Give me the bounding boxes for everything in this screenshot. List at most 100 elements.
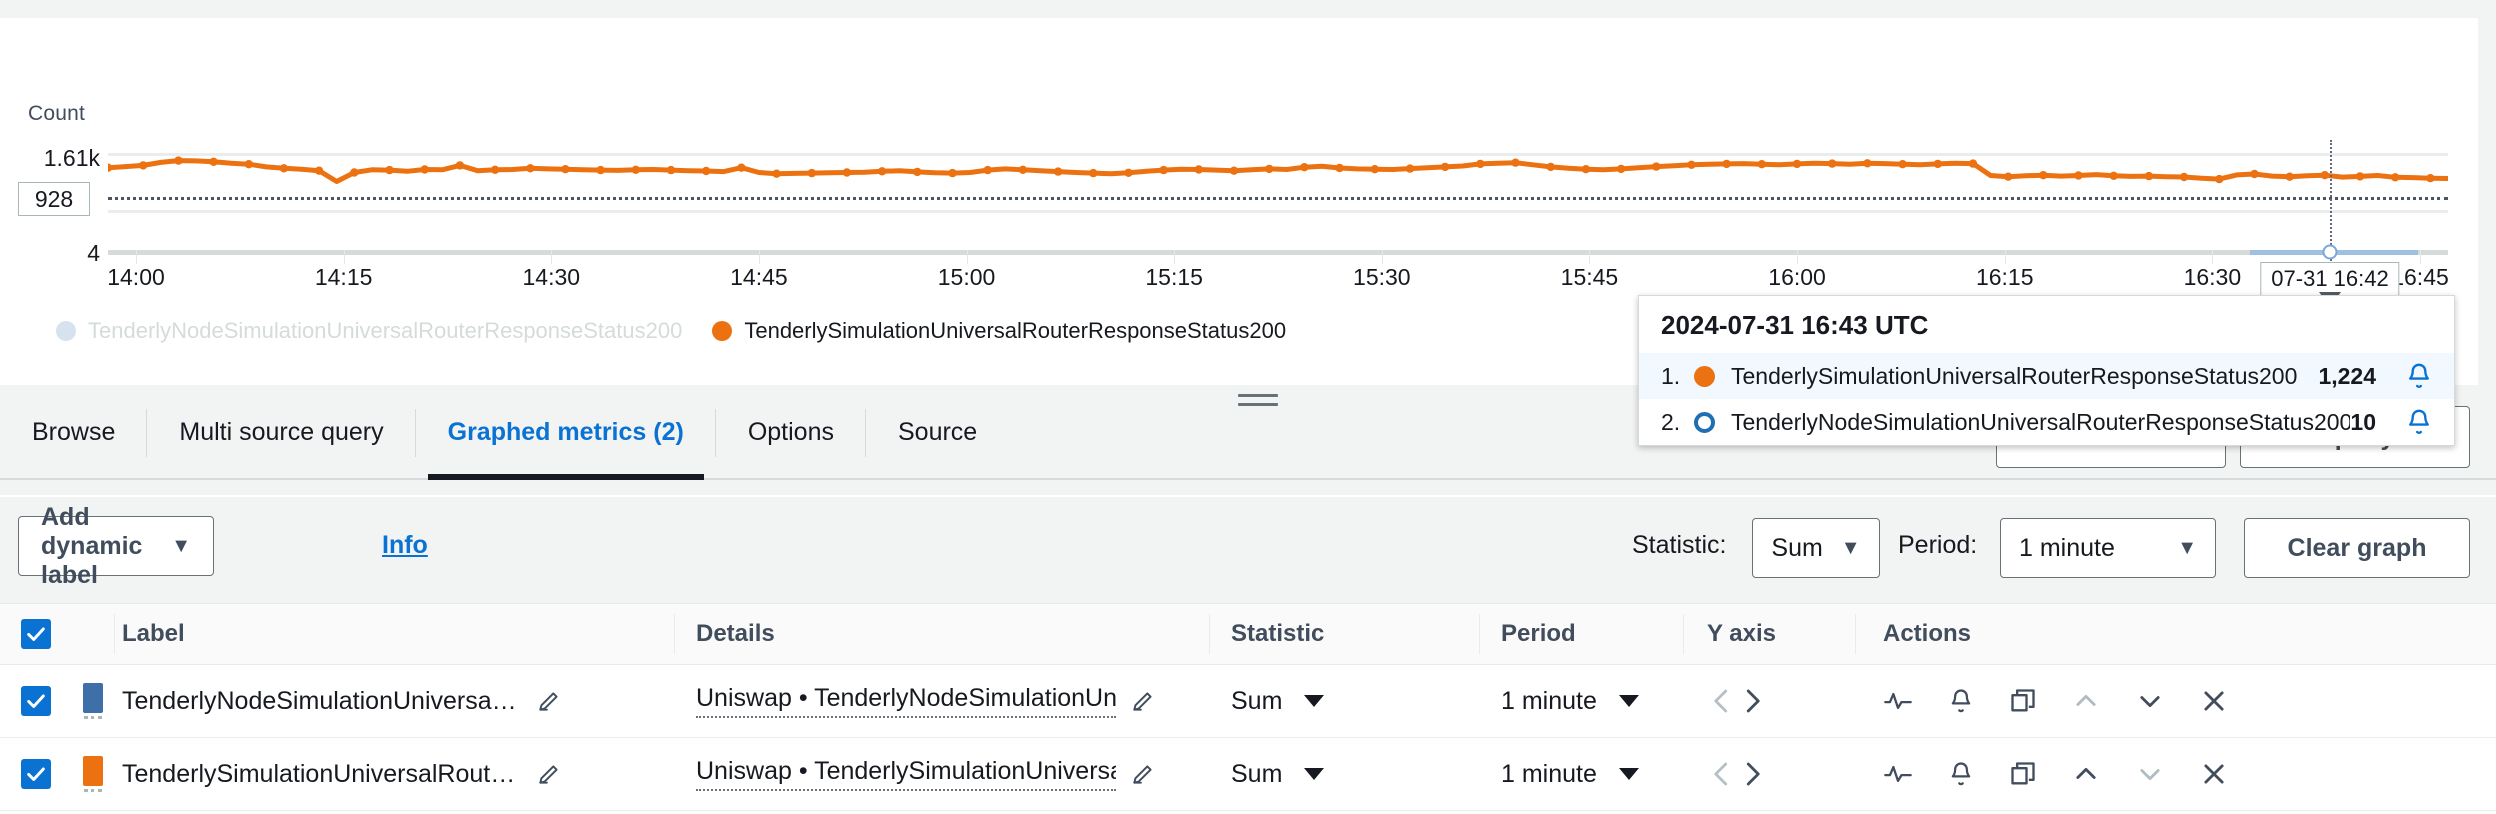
duplicate-icon[interactable] bbox=[2009, 687, 2037, 715]
yaxis-right-icon[interactable] bbox=[1737, 759, 1767, 789]
row-color-swatch[interactable] bbox=[72, 756, 114, 792]
anomaly-detection-icon[interactable] bbox=[1883, 687, 1913, 715]
panel-top-strip bbox=[0, 0, 2496, 18]
tab-label: Browse bbox=[32, 418, 116, 446]
x-tick-mark bbox=[1589, 250, 1591, 264]
chart-legend: TenderlyNodeSimulationUniversalRouterRes… bbox=[56, 318, 1316, 344]
chevron-down-icon bbox=[1618, 695, 1639, 707]
column-header-label: Statistic bbox=[1231, 620, 1325, 647]
duplicate-icon[interactable] bbox=[2009, 760, 2037, 788]
row-details-text[interactable]: Uniswap • TenderlyNodeSimulationUnive bbox=[696, 684, 1116, 718]
tooltip-row-index: 1. bbox=[1661, 362, 1681, 389]
tab-list: Browse Multi source query Graphed metrics … bbox=[0, 385, 1009, 480]
bell-icon[interactable] bbox=[2402, 361, 2436, 391]
move-up-icon[interactable] bbox=[2071, 687, 2101, 715]
row-actions-cell bbox=[1855, 687, 2496, 715]
legend-item[interactable]: TenderlySimulationUniversalRouterRespons… bbox=[712, 318, 1286, 344]
chart-tooltip: 2024-07-31 16:43 UTC 1. TenderlySimulatio… bbox=[1638, 295, 2455, 446]
column-header-label: Label bbox=[114, 604, 674, 664]
x-tick-mark bbox=[2004, 250, 2006, 264]
tab-label: Options bbox=[747, 418, 834, 446]
checkbox-checked-icon bbox=[21, 619, 51, 649]
remove-icon[interactable] bbox=[2199, 760, 2229, 788]
series-color-box bbox=[83, 756, 103, 786]
y-axis-title: Count bbox=[28, 102, 86, 125]
row-statistic-cell[interactable]: Sum bbox=[1209, 760, 1479, 789]
tab-graphed-metrics-2[interactable]: Graphed metrics (2) bbox=[416, 385, 716, 480]
series-style-line bbox=[84, 789, 102, 792]
x-tick-label: 16:00 bbox=[1768, 264, 1826, 290]
clear-graph-button[interactable]: Clear graph bbox=[2244, 518, 2470, 578]
period-select[interactable]: 1 minute ▼ bbox=[2000, 518, 2216, 578]
edit-pencil-icon[interactable] bbox=[536, 688, 562, 714]
panel-resize-handle[interactable] bbox=[1238, 394, 1278, 410]
row-color-swatch[interactable] bbox=[72, 683, 114, 719]
column-header-label: Period bbox=[1501, 620, 1576, 647]
row-checkbox[interactable] bbox=[0, 759, 72, 789]
edit-pencil-icon[interactable] bbox=[1130, 761, 1156, 787]
chevron-down-icon bbox=[1304, 695, 1325, 707]
x-tick-label: 15:00 bbox=[937, 264, 996, 290]
y-cursor-value-box: 928 bbox=[18, 182, 90, 216]
row-details-cell: Uniswap • TenderlyNodeSimulationUnive bbox=[674, 684, 1209, 718]
row-period-cell[interactable]: 1 minute bbox=[1479, 687, 1683, 716]
row-yaxis-cell bbox=[1683, 759, 1855, 789]
row-period-cell[interactable]: 1 minute bbox=[1479, 760, 1683, 789]
anomaly-detection-icon[interactable] bbox=[1883, 760, 1913, 788]
period-label: Period: bbox=[1898, 531, 1978, 559]
row-label-text: TenderlyNodeSimulationUniversalRou... bbox=[122, 686, 522, 715]
select-all-checkbox[interactable] bbox=[0, 619, 72, 649]
column-divider bbox=[114, 614, 115, 654]
x-tick-mark bbox=[2420, 250, 2421, 264]
x-tick-label: 14:30 bbox=[522, 264, 581, 290]
column-divider bbox=[674, 614, 675, 654]
bell-icon[interactable] bbox=[2402, 407, 2436, 437]
x-tick-label: 15:45 bbox=[1560, 264, 1619, 290]
x-tick-mark bbox=[758, 250, 760, 264]
table-row: TenderlyNodeSimulationUniversalRou... Un… bbox=[0, 665, 2496, 738]
statistic-value: Sum bbox=[1771, 533, 1823, 562]
create-alarm-bell-icon[interactable] bbox=[1947, 687, 1975, 715]
cloudwatch-metrics-page: Count 1.61k 4 928 14:00 14:15 14:30 14:45 15… bbox=[0, 0, 2496, 814]
x-tick-label: 14:00 bbox=[107, 264, 165, 290]
tab-label: Source bbox=[897, 418, 978, 446]
crosshair-time-label: 07-31 16:42 bbox=[2260, 262, 2400, 296]
yaxis-left-icon[interactable] bbox=[1707, 759, 1737, 789]
add-dynamic-label-button[interactable]: Add dynamic label ▼ bbox=[18, 503, 214, 589]
legend-item[interactable]: TenderlyNodeSimulationUniversalRouterRes… bbox=[56, 318, 682, 344]
move-down-icon[interactable] bbox=[2135, 760, 2165, 788]
tooltip-row: 1. TenderlySimulationUniversalRouterRespo… bbox=[1639, 353, 2454, 399]
move-up-icon[interactable] bbox=[2071, 760, 2101, 788]
tab-options[interactable]: Options bbox=[716, 385, 866, 480]
table-body: TenderlyNodeSimulationUniversalRou... Un… bbox=[0, 665, 2496, 811]
tooltip-row-value: 1,224 bbox=[2318, 362, 2376, 389]
column-divider bbox=[1479, 614, 1480, 654]
crosshair-handle[interactable] bbox=[2322, 244, 2338, 260]
yaxis-left-icon[interactable] bbox=[1707, 686, 1737, 716]
create-alarm-bell-icon[interactable] bbox=[1947, 760, 1975, 788]
statistic-select[interactable]: Sum ▼ bbox=[1752, 518, 1880, 578]
x-tick-mark bbox=[343, 250, 345, 264]
tab-source[interactable]: Source bbox=[866, 385, 1009, 480]
remove-icon[interactable] bbox=[2199, 687, 2229, 715]
x-tick-mark bbox=[1381, 250, 1383, 264]
tooltip-row-label: TenderlySimulationUniversalRouterRespons… bbox=[1731, 362, 2298, 389]
row-statistic-cell[interactable]: Sum bbox=[1209, 687, 1479, 716]
chevron-down-icon: ▼ bbox=[171, 534, 191, 557]
row-checkbox[interactable] bbox=[0, 686, 72, 716]
add-dynamic-label-text: Add dynamic label bbox=[41, 502, 143, 589]
tab-multi-source-query[interactable]: Multi source query bbox=[147, 385, 416, 480]
chevron-down-icon: ▼ bbox=[1840, 536, 1861, 559]
row-label-cell: TenderlySimulationUniversalRouterRe... bbox=[114, 760, 674, 789]
edit-pencil-icon[interactable] bbox=[536, 761, 562, 787]
tab-browse[interactable]: Browse bbox=[0, 385, 148, 480]
table-row: TenderlySimulationUniversalRouterRe... U… bbox=[0, 738, 2496, 811]
edit-pencil-icon[interactable] bbox=[1130, 688, 1156, 714]
info-link[interactable]: Info bbox=[382, 531, 428, 560]
move-down-icon[interactable] bbox=[2135, 687, 2165, 715]
series-style-line bbox=[84, 716, 102, 719]
x-tick-label: 14:15 bbox=[314, 264, 373, 290]
row-details-text[interactable]: Uniswap • TenderlySimulationUniversalR bbox=[696, 757, 1116, 791]
yaxis-right-icon[interactable] bbox=[1737, 686, 1767, 716]
chevron-down-icon: ▼ bbox=[2177, 536, 2197, 559]
